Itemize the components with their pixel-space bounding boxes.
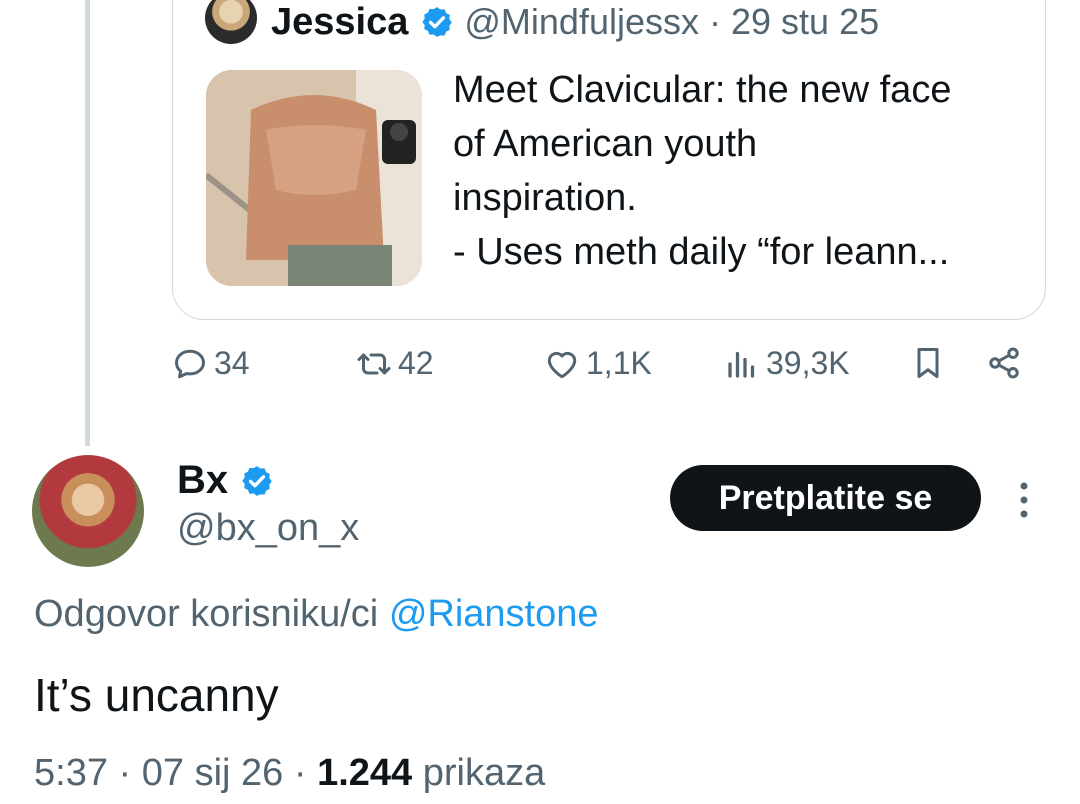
like-button[interactable]: 1,1K [544, 345, 652, 382]
retweet-icon [357, 353, 391, 374]
reply-count: 34 [214, 345, 250, 381]
subscribe-button[interactable]: Pretplatite se [670, 465, 981, 531]
bookmark-button[interactable] [910, 345, 952, 381]
separator-dot: · [293, 752, 307, 794]
quoted-author-name[interactable]: Jessica [271, 1, 408, 44]
reply-context: Odgovor korisniku/ci @Rianstone [34, 593, 599, 636]
author-handle[interactable]: @bx_on_x [177, 507, 359, 550]
tweet-metadata: 5:37 · 07 sij 26 · 1.244 prikaza [34, 752, 545, 795]
verified-badge-icon [422, 7, 453, 37]
views-button[interactable]: 39,3K [724, 345, 850, 382]
reply-button[interactable]: 34 [172, 345, 250, 382]
retweet-button[interactable]: 42 [356, 345, 434, 382]
separator-dot: · [118, 752, 132, 794]
retweet-count: 42 [398, 345, 434, 381]
views-chart-icon [728, 351, 755, 378]
tweet-views-count[interactable]: 1.244 [317, 752, 412, 794]
tweet-text: It’s uncanny [34, 669, 279, 721]
quoted-tweet-header: Jessica @Mindfuljessx · 29 stu 25 [205, 0, 879, 44]
tweet-views-label: prikaza [422, 752, 546, 794]
reply-mention-link[interactable]: @Rianstone [389, 593, 599, 635]
more-options-icon[interactable] [1012, 480, 1036, 520]
author-name-row[interactable]: Bx [177, 458, 284, 503]
author-avatar[interactable] [32, 455, 144, 567]
reply-icon [175, 349, 205, 378]
quoted-tweet-text: Meet Clavicular: the new face of America… [453, 69, 952, 273]
tweet-action-bar: 34 42 1,1K 39,3K [0, 345, 1080, 401]
quoted-author-avatar[interactable] [205, 0, 257, 44]
share-icon [989, 347, 1019, 379]
verified-badge-icon [242, 465, 272, 496]
tweet-time[interactable]: 5:37 [34, 752, 108, 794]
reply-prefix: Odgovor korisniku/ci [34, 593, 379, 635]
separator-dot: · [709, 1, 721, 42]
quoted-tweet-image[interactable] [206, 70, 422, 286]
tweet-date[interactable]: 07 sij 26 [142, 752, 284, 794]
quoted-tweet-date[interactable]: 29 stu 25 [731, 1, 879, 43]
quoted-author-handle[interactable]: @Mindfuljessx [464, 1, 699, 43]
like-count: 1,1K [586, 345, 652, 381]
bookmark-icon [917, 348, 939, 378]
heart-icon [547, 351, 577, 378]
share-button[interactable] [986, 345, 1028, 381]
author-name[interactable]: Bx [177, 458, 228, 503]
views-count: 39,3K [766, 345, 850, 381]
